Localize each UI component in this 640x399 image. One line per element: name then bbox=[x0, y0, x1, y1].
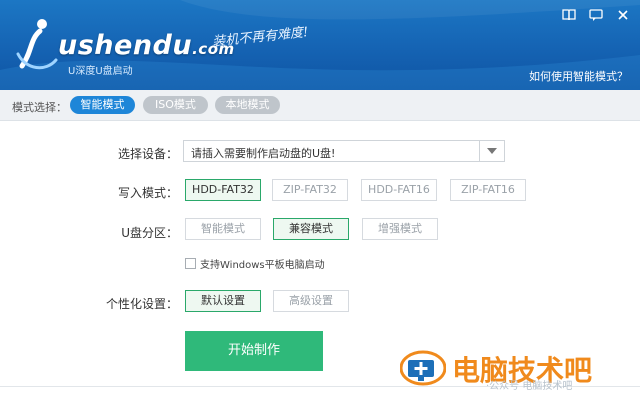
write-mode-label: 写入模式： bbox=[117, 186, 178, 200]
write-mode-zip-fat16[interactable]: ZIP-FAT16 bbox=[450, 179, 526, 201]
mode-smart-button[interactable]: 智能模式 bbox=[70, 96, 135, 114]
mode-iso-button[interactable]: ISO模式 bbox=[143, 96, 208, 114]
message-icon[interactable] bbox=[589, 8, 603, 22]
mode-local-button[interactable]: 本地模式 bbox=[215, 96, 280, 114]
tablet-support-label: 支持Windows平板电脑启动 bbox=[200, 260, 325, 271]
logo-figure-icon bbox=[16, 19, 58, 70]
partition-compatible-mode[interactable]: 兼容模式 bbox=[273, 218, 349, 240]
write-mode-zip-fat32[interactable]: ZIP-FAT32 bbox=[272, 179, 348, 201]
tablet-support-option[interactable]: 支持Windows平板电脑启动 bbox=[185, 256, 325, 271]
partition-smart-mode[interactable]: 智能模式 bbox=[185, 218, 261, 240]
chevron-down-icon[interactable] bbox=[479, 141, 504, 161]
ushendu-logo: ushendu.com U深度U盘启动 bbox=[12, 14, 234, 77]
book-icon[interactable] bbox=[562, 8, 576, 22]
window-controls bbox=[562, 8, 630, 22]
logo-subtitle: U深度U盘启动 bbox=[68, 66, 133, 77]
write-mode-hdd-fat16[interactable]: HDD-FAT16 bbox=[361, 179, 437, 201]
mode-select-label: 模式选择： bbox=[12, 101, 67, 114]
help-link[interactable]: 如何使用智能模式？ bbox=[529, 68, 628, 84]
personalize-label: 个性化设置： bbox=[105, 297, 178, 311]
device-select-value: 请插入需要制作启动盘的U盘! bbox=[191, 147, 336, 160]
app-header: ushendu.com U深度U盘启动 装机不再有难度! 如何使用智能模式？ bbox=[0, 0, 640, 90]
start-button[interactable]: 开始制作 bbox=[185, 331, 323, 371]
partition-enhanced-mode[interactable]: 增强模式 bbox=[362, 218, 438, 240]
partition-label: U盘分区： bbox=[121, 226, 178, 240]
logo-wordmark: ushendu.com bbox=[58, 30, 235, 61]
tablet-support-checkbox[interactable] bbox=[185, 258, 196, 269]
watermark-faint-text: ·公众号 电脑技术吧 bbox=[486, 381, 573, 392]
personalize-default[interactable]: 默认设置 bbox=[185, 290, 261, 312]
device-select[interactable]: 请插入需要制作启动盘的U盘! bbox=[183, 140, 505, 162]
close-icon[interactable] bbox=[616, 8, 630, 22]
personalize-advanced[interactable]: 高级设置 bbox=[273, 290, 349, 312]
write-mode-hdd-fat32[interactable]: HDD-FAT32 bbox=[185, 179, 261, 201]
device-label: 选择设备： bbox=[117, 147, 178, 161]
watermark-monitor-icon bbox=[400, 350, 446, 386]
mode-bar: 模式选择： 智能模式 ISO模式 本地模式 bbox=[0, 90, 640, 121]
